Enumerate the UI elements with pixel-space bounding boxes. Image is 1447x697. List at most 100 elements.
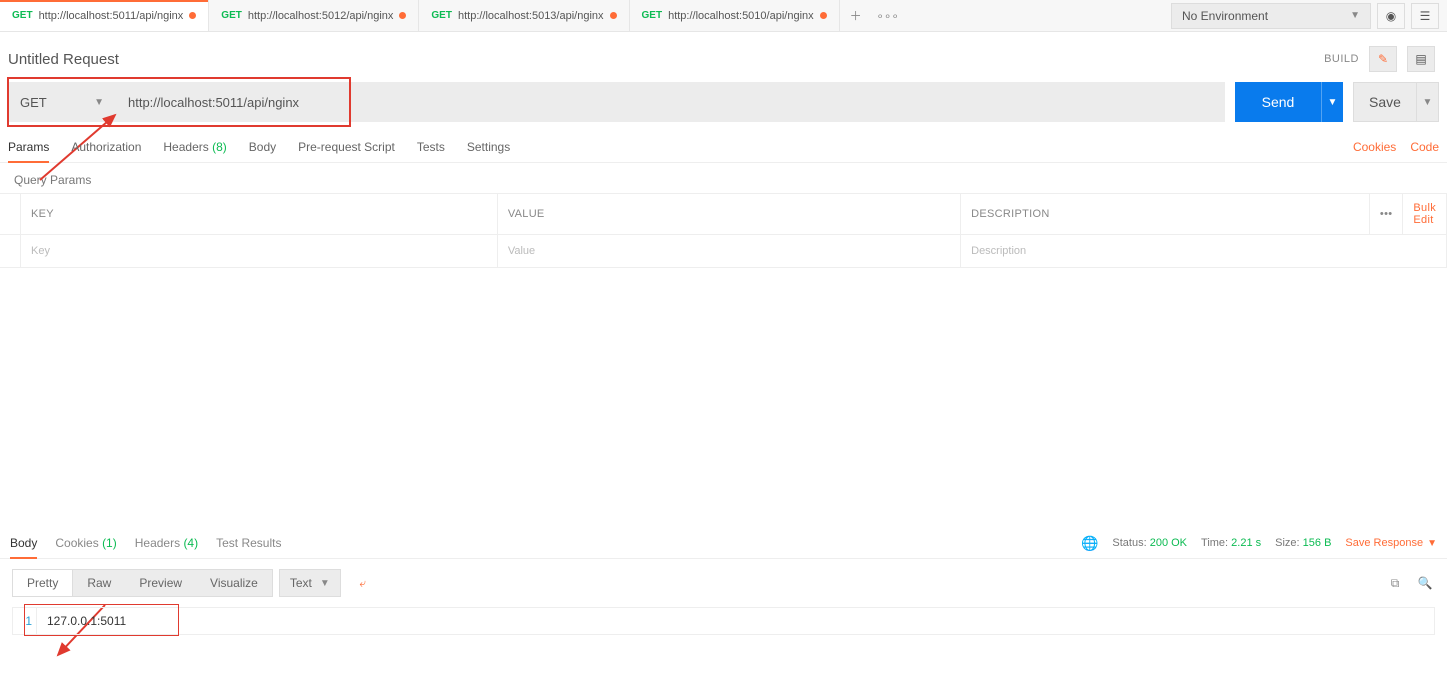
query-params-table: KEY VALUE DESCRIPTION ••• Bulk Edit Key … — [0, 193, 1447, 268]
tab-url: http://localhost:5010/api/nginx — [668, 10, 814, 22]
code-link[interactable]: Code — [1410, 140, 1439, 154]
new-tab-button[interactable]: ＋ — [840, 0, 872, 31]
response-tabs: Body Cookies (1) Headers (4) Test Result… — [10, 528, 281, 558]
send-caret-button[interactable]: ▼ — [1321, 82, 1343, 122]
url-row: GET ▼ Send ▼ Save ▼ — [0, 82, 1447, 132]
globe-icon[interactable]: 🌐 — [1081, 535, 1098, 552]
key-placeholder: Key — [31, 245, 50, 257]
tab-body[interactable]: Body — [249, 132, 276, 162]
tab-authorization[interactable]: Authorization — [71, 132, 141, 162]
query-params-label: Query Params — [0, 163, 1447, 193]
response-tab-body[interactable]: Body — [10, 528, 37, 558]
cookies-link[interactable]: Cookies — [1353, 140, 1396, 154]
description-placeholder: Description — [971, 245, 1026, 257]
url-input[interactable] — [116, 82, 1225, 122]
settings-button[interactable]: ☰ — [1411, 3, 1439, 29]
save-caret-button[interactable]: ▼ — [1417, 82, 1439, 122]
time-value: 2.21 s — [1231, 537, 1261, 549]
chevron-down-icon: ▼ — [1423, 97, 1433, 108]
view-pretty[interactable]: Pretty — [13, 570, 73, 596]
request-title-row: Untitled Request BUILD ✎ ▤ — [0, 32, 1447, 82]
cookies-count: (1) — [102, 536, 117, 550]
wrap-lines-button[interactable]: ⤶ — [347, 569, 379, 597]
method-url-box: GET ▼ — [8, 82, 1225, 122]
wrap-icon: ⤶ — [359, 576, 366, 591]
save-response-label: Save Response — [1345, 537, 1423, 549]
tab-prerequest[interactable]: Pre-request Script — [298, 132, 395, 162]
environment-select[interactable]: No Environment ▼ — [1171, 3, 1371, 29]
unsaved-dot-icon — [189, 12, 196, 19]
tab-method: GET — [642, 10, 663, 21]
tab-list: GET http://localhost:5011/api/nginx GET … — [0, 0, 1171, 31]
line-content: 127.0.0.1:5011 — [37, 608, 1434, 634]
chevron-down-icon: ▼ — [1350, 10, 1360, 21]
view-raw[interactable]: Raw — [73, 570, 125, 596]
save-response-button[interactable]: Save Response ▼ — [1345, 537, 1437, 549]
copy-button[interactable]: ⧉ — [1385, 573, 1405, 593]
save-button[interactable]: Save — [1353, 82, 1417, 122]
eye-icon: ◉ — [1386, 9, 1396, 23]
request-tab-0[interactable]: GET http://localhost:5011/api/nginx — [0, 0, 209, 31]
response-type-label: Text — [290, 576, 312, 590]
response-type-select[interactable]: Text ▼ — [279, 569, 341, 597]
response-tab-cookies-label: Cookies — [55, 536, 98, 550]
view-mode-segment: Pretty Raw Preview Visualize — [12, 569, 273, 597]
search-button[interactable]: 🔍 — [1415, 573, 1435, 593]
response-tab-headers[interactable]: Headers (4) — [135, 528, 198, 558]
search-icon: 🔍 — [1418, 576, 1433, 590]
response-tab-cookies[interactable]: Cookies (1) — [55, 528, 116, 558]
line-number: 1 — [13, 608, 37, 634]
method-select[interactable]: GET ▼ — [8, 82, 116, 122]
table-row[interactable]: Key Value Description — [0, 235, 1447, 268]
request-tabs-row: Params Authorization Headers (8) Body Pr… — [0, 132, 1447, 163]
view-visualize[interactable]: Visualize — [196, 570, 272, 596]
request-tab-3[interactable]: GET http://localhost:5010/api/nginx — [630, 0, 840, 31]
environment-label: No Environment — [1182, 9, 1268, 23]
request-tab-2[interactable]: GET http://localhost:5013/api/nginx — [419, 0, 629, 31]
method-value: GET — [20, 95, 47, 110]
tab-url: http://localhost:5012/api/nginx — [248, 10, 394, 22]
tab-tests[interactable]: Tests — [417, 132, 445, 162]
pencil-icon: ✎ — [1378, 52, 1388, 66]
copy-icon: ⧉ — [1391, 576, 1400, 591]
more-options-button[interactable]: ••• — [1369, 194, 1402, 235]
response-headers-count: (4) — [183, 536, 198, 550]
col-key-header: KEY — [21, 194, 498, 235]
response-tab-test-results[interactable]: Test Results — [216, 528, 281, 558]
send-button[interactable]: Send — [1235, 82, 1321, 122]
value-placeholder: Value — [508, 245, 535, 257]
tab-more-button[interactable]: ∘∘∘ — [872, 0, 904, 31]
comments-button[interactable]: ▤ — [1407, 46, 1435, 72]
chevron-down-icon: ▼ — [320, 578, 330, 589]
unsaved-dot-icon — [399, 12, 406, 19]
tab-url: http://localhost:5013/api/nginx — [458, 10, 604, 22]
headers-count: (8) — [212, 140, 227, 154]
view-preview[interactable]: Preview — [125, 570, 196, 596]
tab-method: GET — [12, 10, 33, 21]
bulk-edit-link[interactable]: Bulk Edit — [1413, 202, 1436, 226]
request-tabs: Params Authorization Headers (8) Body Pr… — [8, 132, 510, 162]
code-line: 1 127.0.0.1:5011 — [13, 608, 1434, 634]
tab-params[interactable]: Params — [8, 132, 49, 162]
tab-headers-label: Headers — [163, 140, 208, 154]
size-label: Size: — [1275, 537, 1299, 549]
time-label: Time: — [1201, 537, 1228, 549]
title-actions: BUILD ✎ ▤ — [1324, 46, 1435, 72]
response-tabs-row: Body Cookies (1) Headers (4) Test Result… — [0, 528, 1447, 559]
tab-url: http://localhost:5011/api/nginx — [39, 10, 184, 22]
request-title: Untitled Request — [8, 51, 119, 68]
sliders-icon: ☰ — [1420, 9, 1431, 23]
col-description-header: DESCRIPTION — [961, 194, 1370, 235]
response-body-toolbar: Pretty Raw Preview Visualize Text ▼ ⤶ ⧉ … — [0, 559, 1447, 607]
tab-headers[interactable]: Headers (8) — [163, 132, 226, 162]
request-tab-1[interactable]: GET http://localhost:5012/api/nginx — [209, 0, 419, 31]
environment-quicklook-button[interactable]: ◉ — [1377, 3, 1405, 29]
chevron-down-icon: ▼ — [94, 97, 104, 108]
status-label: Status: — [1112, 537, 1146, 549]
tab-settings[interactable]: Settings — [467, 132, 510, 162]
response-tab-headers-label: Headers — [135, 536, 180, 550]
status-value: 200 OK — [1150, 537, 1187, 549]
top-tab-bar: GET http://localhost:5011/api/nginx GET … — [0, 0, 1447, 32]
environment-area: No Environment ▼ ◉ ☰ — [1171, 3, 1447, 29]
edit-button[interactable]: ✎ — [1369, 46, 1397, 72]
